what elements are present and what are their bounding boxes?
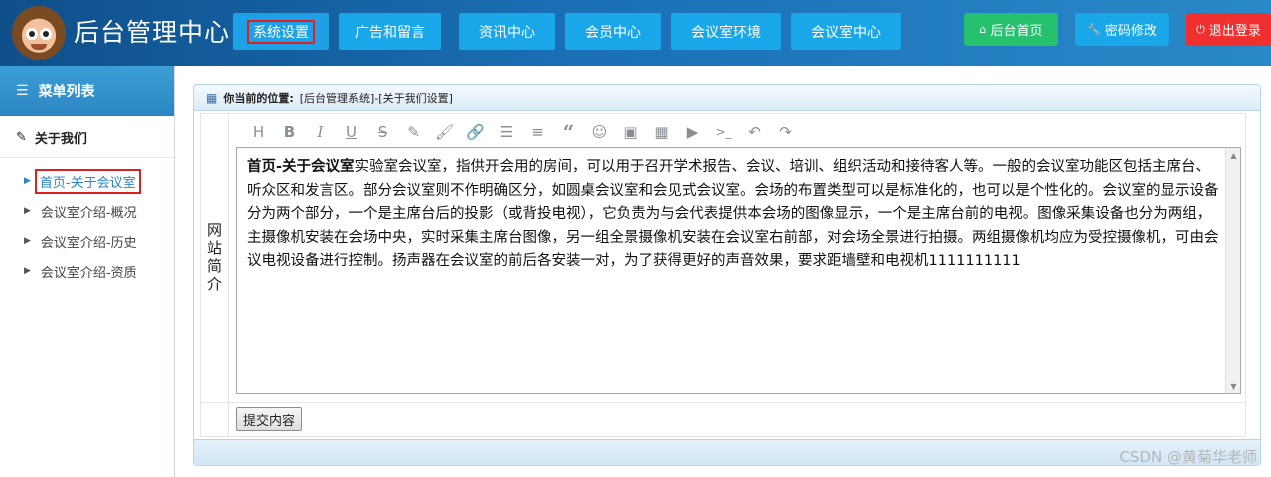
scroll-up-icon[interactable]: ▲ bbox=[1226, 148, 1241, 162]
change-password-label: 密码修改 bbox=[1104, 24, 1157, 39]
home-icon: ⌂ bbox=[979, 23, 987, 36]
change-password-button[interactable]: 🔧 密码修改 bbox=[1075, 13, 1169, 46]
undo-icon[interactable]: ↶ bbox=[739, 120, 770, 144]
top-header: 后台管理中心 系统设置 广告和留言 资讯中心 会员中心 会议室环境 会议室中心 … bbox=[0, 0, 1271, 66]
nav-room-environment[interactable]: 会议室环境 bbox=[671, 13, 781, 50]
align-icon[interactable]: ≡ bbox=[522, 120, 553, 144]
pencil-icon[interactable]: ✎ bbox=[398, 120, 429, 144]
submit-button[interactable]: 提交内容 bbox=[236, 407, 303, 431]
logout-button[interactable]: ⏻ 退出登录 bbox=[1186, 13, 1271, 46]
scroll-down-icon[interactable]: ▼ bbox=[1226, 379, 1241, 393]
field-label-cell: 网站简介 bbox=[201, 114, 229, 402]
main-content: ▦ 你当前的位置: [后台管理系统]-[关于我们设置] 网站简介 H B I U… bbox=[175, 66, 1271, 477]
sidebar-item-label: 会议室介绍-历史 bbox=[40, 235, 137, 251]
sidebar-item-label: 会议室介绍-资质 bbox=[40, 265, 137, 281]
sidebar-group-about[interactable]: ✎ 关于我们 bbox=[0, 118, 174, 158]
avatar bbox=[12, 6, 66, 60]
heading-icon[interactable]: H bbox=[243, 120, 274, 144]
image-icon[interactable]: ▣ bbox=[615, 120, 646, 144]
emoji-icon[interactable]: ☺ bbox=[584, 120, 615, 144]
caret-right-icon: ▶ bbox=[24, 266, 31, 276]
nav-system-settings[interactable]: 系统设置 bbox=[233, 13, 329, 50]
nav-ads-messages[interactable]: 广告和留言 bbox=[339, 13, 441, 50]
nav-label: 广告和留言 bbox=[355, 24, 425, 41]
wrench-icon: 🔧 bbox=[1087, 23, 1101, 36]
sidebar-item-overview[interactable]: ▶ 会议室介绍-概况 bbox=[0, 196, 174, 226]
sidebar-item-home-about[interactable]: ▶ 首页-关于会议室 bbox=[0, 166, 174, 196]
editor-content: 首页-关于会议室实验室会议室，指供开会用的房间，可以用于召开学术报告、会议、培训… bbox=[247, 156, 1222, 274]
location-label: 你当前的位置: bbox=[223, 91, 294, 105]
sidebar-item-history[interactable]: ▶ 会议室介绍-历史 bbox=[0, 226, 174, 256]
breadcrumb: ▦ 你当前的位置: [后台管理系统]-[关于我们设置] bbox=[194, 85, 1260, 111]
form-table: 网站简介 H B I U S ✎ 🖌 🔗 ☰ ≡ “ ☺ ▣ ▦ ▶ >_ ↶ bbox=[200, 113, 1246, 437]
link-icon[interactable]: 🔗 bbox=[460, 120, 491, 144]
editor-scrollbar[interactable]: ▲ ▼ bbox=[1225, 148, 1240, 393]
nav-label: 会员中心 bbox=[585, 24, 641, 41]
caret-right-icon: ▶ bbox=[24, 206, 31, 216]
nav-news-center[interactable]: 资讯中心 bbox=[459, 13, 555, 50]
editor-toolbar: H B I U S ✎ 🖌 🔗 ☰ ≡ “ ☺ ▣ ▦ ▶ >_ ↶ ↷ bbox=[243, 120, 801, 144]
sidebar-group-label: 关于我们 bbox=[34, 132, 87, 147]
nav-label: 系统设置 bbox=[247, 19, 315, 44]
list-icon[interactable]: ☰ bbox=[491, 120, 522, 144]
quote-icon[interactable]: “ bbox=[553, 120, 584, 144]
caret-right-icon: ▶ bbox=[24, 176, 31, 186]
editor-body: 实验室会议室，指供开会用的房间，可以用于召开学术报告、会议、培训、组织活动和接待… bbox=[247, 159, 1219, 269]
nav-room-center[interactable]: 会议室中心 bbox=[791, 13, 901, 50]
code-icon[interactable]: >_ bbox=[708, 120, 739, 144]
sidebar-item-label: 首页-关于会议室 bbox=[34, 168, 141, 194]
edit-icon: ✎ bbox=[16, 130, 27, 145]
field-label: 网站简介 bbox=[205, 222, 223, 294]
watermark: CSDN @黄菊华老师 bbox=[1119, 448, 1257, 466]
home-button[interactable]: ⌂ 后台首页 bbox=[964, 13, 1058, 46]
sidebar-item-qualification[interactable]: ▶ 会议室介绍-资质 bbox=[0, 256, 174, 286]
empty-label-cell bbox=[201, 403, 229, 437]
nav-label: 资讯中心 bbox=[479, 24, 535, 41]
list-icon: ☰ bbox=[16, 83, 29, 99]
bold-icon[interactable]: B bbox=[274, 120, 305, 144]
strikethrough-icon[interactable]: S bbox=[367, 120, 398, 144]
content-panel: ▦ 你当前的位置: [后台管理系统]-[关于我们设置] 网站简介 H B I U… bbox=[193, 84, 1261, 466]
nav-member-center[interactable]: 会员中心 bbox=[565, 13, 661, 50]
caret-right-icon: ▶ bbox=[24, 236, 31, 246]
brush-icon[interactable]: 🖌 bbox=[429, 120, 460, 144]
sidebar-title: 菜单列表 bbox=[38, 84, 95, 100]
italic-icon[interactable]: I bbox=[305, 120, 336, 144]
app-title: 后台管理中心 bbox=[74, 18, 231, 47]
table-icon[interactable]: ▦ bbox=[646, 120, 677, 144]
home-button-label: 后台首页 bbox=[990, 24, 1043, 39]
logout-label: 退出登录 bbox=[1208, 24, 1261, 39]
editor-bold-title: 首页-关于会议室 bbox=[247, 159, 355, 175]
power-icon: ⏻ bbox=[1196, 22, 1205, 36]
location-path: [后台管理系统]-[关于我们设置] bbox=[299, 91, 453, 105]
underline-icon[interactable]: U bbox=[336, 120, 367, 144]
sidebar: ☰ 菜单列表 ✎ 关于我们 ▶ 首页-关于会议室 ▶ 会议室介绍-概况 ▶ 会议… bbox=[0, 66, 175, 477]
nav-label: 会议室中心 bbox=[811, 24, 881, 41]
nav-label: 会议室环境 bbox=[691, 24, 761, 41]
video-icon[interactable]: ▶ bbox=[677, 120, 708, 144]
redo-icon[interactable]: ↷ bbox=[770, 120, 801, 144]
sidebar-header: ☰ 菜单列表 bbox=[0, 66, 174, 116]
panel-footer bbox=[194, 439, 1260, 465]
panel-icon: ▦ bbox=[206, 90, 218, 105]
row-divider bbox=[201, 402, 1245, 403]
sidebar-item-label: 会议室介绍-概况 bbox=[40, 205, 137, 221]
rich-text-editor[interactable]: 首页-关于会议室实验室会议室，指供开会用的房间，可以用于召开学术报告、会议、培训… bbox=[236, 147, 1241, 394]
